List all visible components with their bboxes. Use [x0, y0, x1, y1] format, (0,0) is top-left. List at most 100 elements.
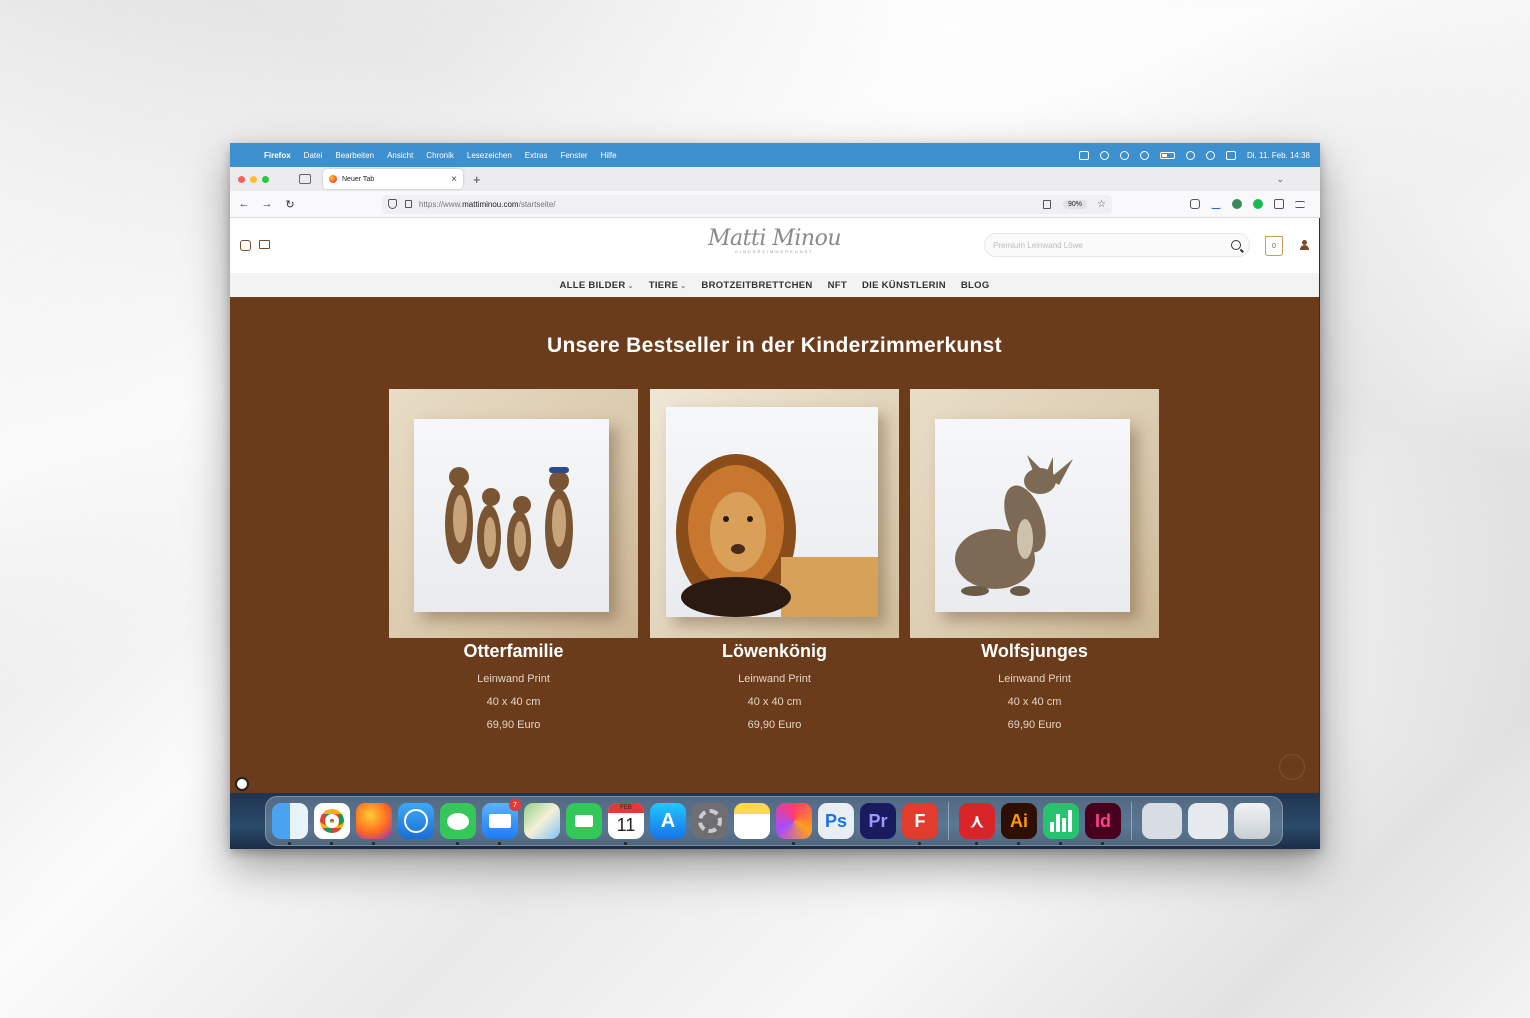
nav-tiere[interactable]: TIERE — [649, 280, 687, 291]
cookie-settings-icon[interactable] — [235, 777, 249, 791]
close-window-button[interactable] — [238, 175, 245, 183]
menu-lesezeichen[interactable]: Lesezeichen — [467, 151, 512, 160]
menubar-datetime[interactable]: Di. 11. Feb. 14:38 — [1247, 151, 1310, 160]
product-image-wolfsjunges[interactable] — [910, 389, 1159, 638]
product-image-loewenkoenig[interactable] — [650, 389, 899, 638]
nav-brotzeitbrettchen[interactable]: BROTZEITBRETTCHEN — [701, 280, 812, 291]
account-icon[interactable] — [1300, 240, 1309, 250]
mail-icon[interactable] — [259, 240, 270, 249]
product-price: 69,90 Euro — [486, 719, 541, 731]
bookmark-star-icon[interactable]: ☆ — [1097, 199, 1106, 210]
firefox-icon[interactable] — [356, 803, 392, 845]
extensions-puzzle-icon[interactable] — [1274, 199, 1284, 209]
tab-overview-icon[interactable] — [299, 174, 311, 184]
downloads-icon[interactable] — [1211, 199, 1221, 209]
reader-view-icon[interactable] — [1043, 199, 1052, 209]
photoshop-icon[interactable]: Ps — [818, 803, 854, 839]
minimize-window-button[interactable] — [250, 175, 257, 183]
menu-datei[interactable]: Datei — [304, 151, 323, 160]
forward-button[interactable]: → — [261, 198, 273, 210]
maps-icon[interactable] — [524, 803, 560, 839]
menu-hilfe[interactable]: Hilfe — [601, 151, 617, 160]
safari-icon[interactable] — [398, 803, 434, 839]
nav-blog[interactable]: BLOG — [961, 280, 990, 291]
menu-chronik[interactable]: Chronik — [426, 151, 454, 160]
play-extension-icon[interactable] — [1253, 199, 1263, 209]
search-field[interactable]: Premium Leinwand Löwe — [984, 233, 1250, 257]
site-logo[interactable]: Matti Minou KINDERZIMMERKUNST — [708, 226, 842, 254]
system-settings-icon[interactable] — [692, 803, 728, 839]
zoom-level-badge[interactable]: 90% — [1063, 199, 1088, 209]
close-tab-icon[interactable]: × — [451, 174, 457, 185]
cart-button[interactable]: 0 — [1265, 236, 1283, 256]
spotlight-icon[interactable] — [1206, 150, 1215, 160]
indesign-icon[interactable]: Id — [1085, 803, 1121, 845]
browser-tabbar: Neuer Tab × + ⌄ — [230, 167, 1320, 191]
search-input[interactable]: Premium Leinwand Löwe — [993, 241, 1083, 250]
product-name[interactable]: Löwenkönig — [650, 641, 899, 662]
pocket-icon[interactable] — [1190, 199, 1200, 209]
tab-neuer-tab[interactable]: Neuer Tab × — [323, 169, 463, 189]
calendar-icon[interactable]: FEB 11 — [608, 803, 644, 845]
mail-app-icon[interactable]: 7 — [482, 799, 521, 845]
hamburger-menu-icon[interactable] — [1295, 200, 1305, 208]
reload-button[interactable]: ↻ — [284, 198, 296, 211]
search-icon[interactable] — [1231, 240, 1241, 250]
app-status-icon[interactable] — [1079, 150, 1089, 160]
new-tab-button[interactable]: + — [473, 172, 481, 187]
nav-die-kuenstlerin[interactable]: DIE KÜNSTLERIN — [862, 280, 946, 291]
menu-ansicht[interactable]: Ansicht — [387, 151, 413, 160]
creative-cloud-status-icon[interactable] — [1100, 150, 1109, 160]
product-card-otterfamilie[interactable]: Otterfamilie Leinwand Print 40 x 40 cm 6… — [389, 389, 638, 731]
address-bar[interactable]: https://www. mattiminou.com /startseite/… — [382, 194, 1112, 214]
instagram-icon[interactable] — [240, 240, 251, 251]
product-card-wolfsjunges[interactable]: Wolfsjunges Leinwand Print 40 x 40 cm 69… — [910, 389, 1159, 731]
numbers-icon[interactable] — [1043, 803, 1079, 845]
acrobat-icon[interactable]: ⋏ — [959, 803, 995, 845]
notes-icon[interactable] — [734, 803, 770, 839]
control-center-icon[interactable] — [1226, 150, 1236, 160]
zoom-window-button[interactable] — [262, 175, 269, 183]
vpn-status-icon[interactable] — [1120, 150, 1129, 160]
facetime-icon[interactable] — [566, 803, 602, 839]
product-image-otterfamilie[interactable] — [389, 389, 638, 638]
trash-icon[interactable] — [1234, 803, 1270, 839]
menu-fenster[interactable]: Fenster — [560, 151, 587, 160]
tracking-shield-icon[interactable] — [388, 199, 397, 209]
illustrator-icon[interactable]: Ai — [1001, 803, 1037, 845]
product-name[interactable]: Otterfamilie — [389, 641, 638, 662]
product-card-loewenkoenig[interactable]: Löwenkönig Leinwand Print 40 x 40 cm 69,… — [650, 389, 899, 731]
chrome-icon[interactable] — [314, 803, 350, 845]
creative-cloud-icon[interactable] — [776, 803, 812, 845]
dock-separator — [1131, 802, 1132, 840]
wifi-icon[interactable] — [1186, 150, 1195, 160]
product-size: 40 x 40 cm — [747, 696, 802, 708]
wolf-illustration — [955, 455, 1073, 596]
nav-alle-bilder[interactable]: ALLE BILDER — [559, 280, 633, 291]
minimized-window-2-icon[interactable] — [1188, 803, 1228, 839]
lock-icon[interactable] — [405, 200, 412, 208]
logo-name: Matti Minou — [708, 226, 842, 251]
fantastical-icon[interactable]: F — [902, 803, 938, 845]
menu-bearbeiten[interactable]: Bearbeiten — [335, 151, 374, 160]
laptop-screen: Firefox Datei Bearbeiten Ansicht Chronik… — [230, 143, 1320, 849]
play-status-icon[interactable] — [1140, 150, 1149, 160]
site-navigation: ALLE BILDER TIERE BROTZEITBRETTCHEN NFT … — [230, 273, 1319, 297]
product-name[interactable]: Wolfsjunges — [910, 641, 1159, 662]
premiere-pro-icon[interactable]: Pr — [860, 803, 896, 839]
extension-icon[interactable] — [1232, 199, 1242, 209]
battery-icon[interactable] — [1160, 151, 1175, 159]
back-button[interactable]: ← — [238, 198, 250, 210]
minimized-window-1-icon[interactable] — [1142, 803, 1182, 839]
menu-extras[interactable]: Extras — [525, 151, 548, 160]
tab-list-chevron-icon[interactable]: ⌄ — [1276, 174, 1284, 185]
scroll-to-top-button[interactable] — [1279, 754, 1305, 780]
finder-icon[interactable] — [272, 803, 308, 845]
nav-nft[interactable]: NFT — [828, 280, 847, 291]
messages-icon[interactable] — [440, 803, 476, 845]
app-store-icon[interactable]: A — [650, 803, 686, 839]
apple-icon[interactable] — [240, 149, 252, 161]
lion-illustration — [676, 454, 878, 617]
otter-illustration — [445, 467, 573, 571]
menu-app-name[interactable]: Firefox — [264, 151, 291, 160]
